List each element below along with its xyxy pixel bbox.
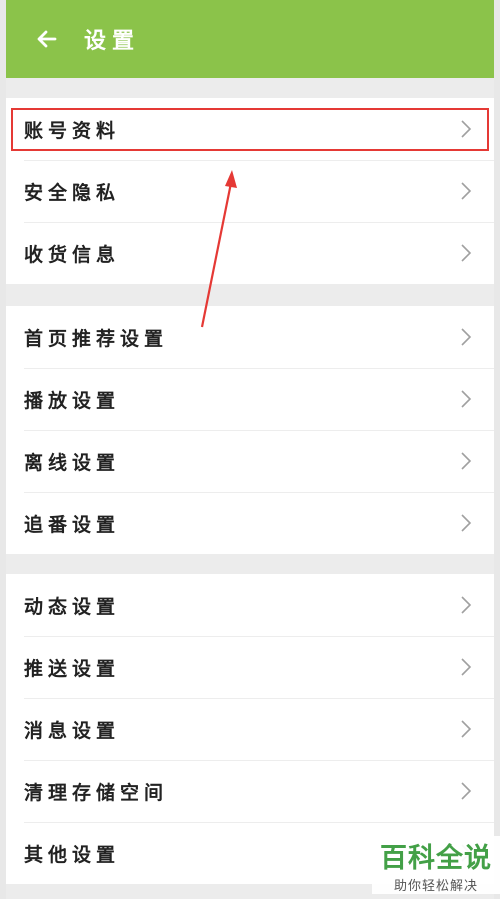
settings-item-label: 其他设置 xyxy=(24,843,121,866)
annotation-arrow xyxy=(200,170,237,328)
settings-item-label: 消息设置 xyxy=(24,719,121,742)
settings-item-feed[interactable]: 动态设置 xyxy=(6,574,494,636)
chevron-right-icon xyxy=(461,390,472,408)
settings-item-label: 清理存储空间 xyxy=(24,781,169,804)
chevron-right-icon xyxy=(461,452,472,470)
watermark: 百科全说 助你轻松解决 xyxy=(372,836,500,894)
watermark-brand: 百科全说 xyxy=(380,843,492,874)
chevron-right-icon xyxy=(461,720,472,738)
settings-item-push[interactable]: 推送设置 xyxy=(6,636,494,698)
settings-item-label: 追番设置 xyxy=(24,513,121,536)
chevron-right-icon xyxy=(461,596,472,614)
chevron-right-icon xyxy=(461,658,472,676)
settings-item-label: 播放设置 xyxy=(24,389,121,412)
settings-item-offline[interactable]: 离线设置 xyxy=(6,430,494,492)
watermark-subtitle: 助你轻松解决 xyxy=(393,879,478,894)
settings-item-messages[interactable]: 消息设置 xyxy=(6,698,494,760)
settings-item-clear-storage[interactable]: 清理存储空间 xyxy=(6,760,494,822)
chevron-right-icon xyxy=(461,514,472,532)
settings-item-follow-series[interactable]: 追番设置 xyxy=(6,492,494,554)
settings-item-label: 动态设置 xyxy=(24,595,121,618)
settings-item-label: 离线设置 xyxy=(24,451,121,474)
settings-screen: 设置 账号资料 安全隐私 收货信息 首页推荐设置 播放设置 离线设置 追番设置 … xyxy=(6,0,500,899)
settings-item-label: 推送设置 xyxy=(24,657,121,680)
chevron-right-icon xyxy=(461,782,472,800)
settings-item-playback[interactable]: 播放设置 xyxy=(6,368,494,430)
